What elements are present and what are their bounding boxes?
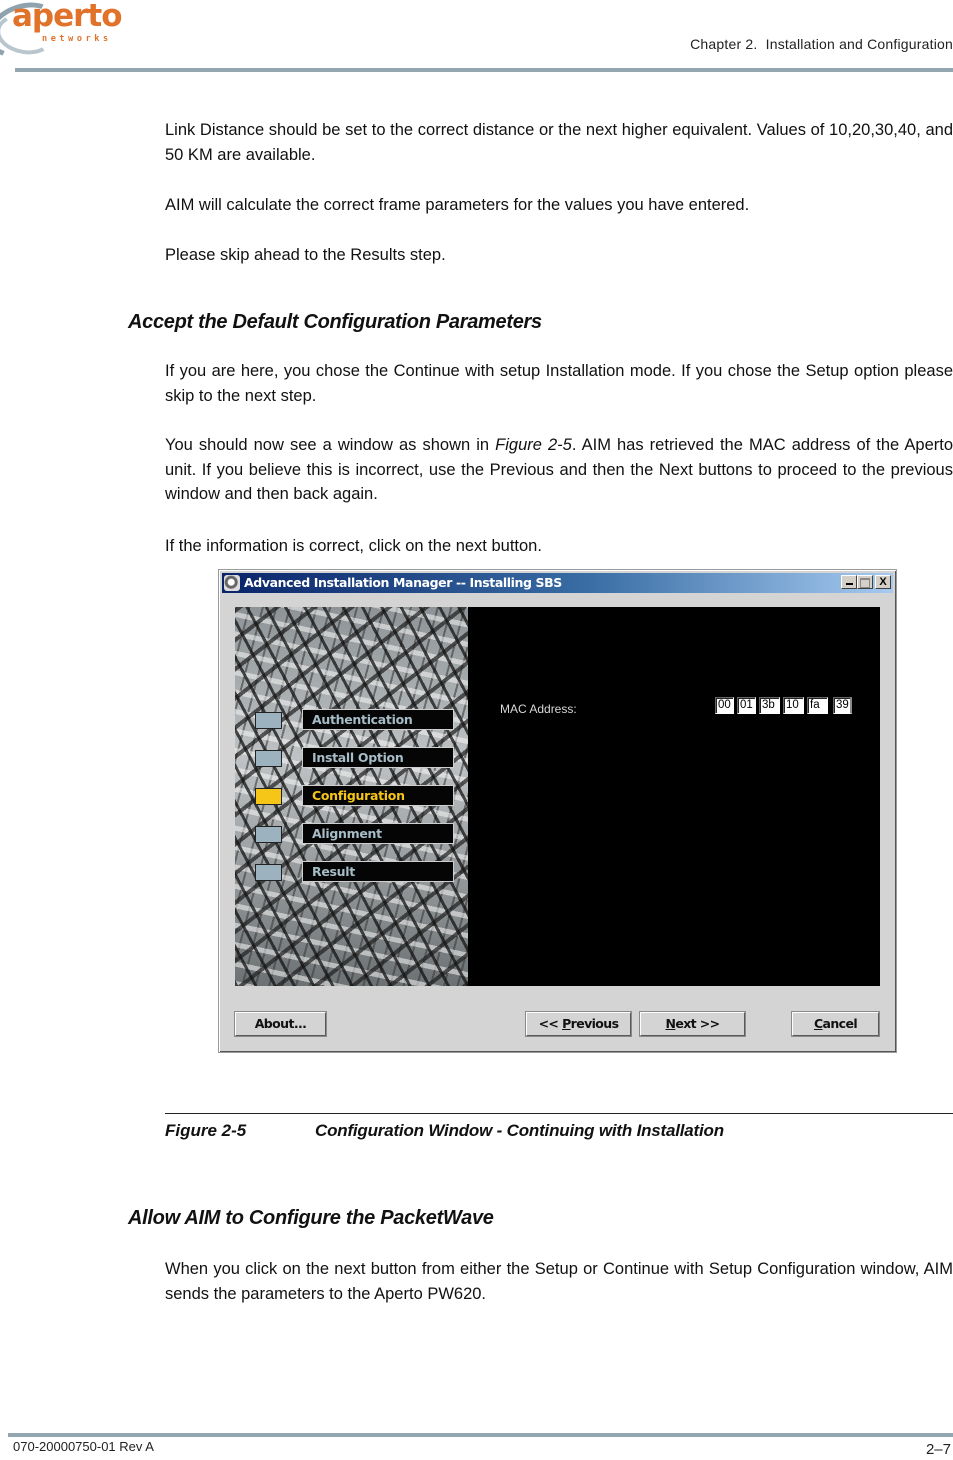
logo-brand-text: aperto bbox=[12, 0, 123, 34]
mnemonic: C bbox=[813, 1016, 823, 1031]
content-panel bbox=[468, 607, 880, 986]
next-button[interactable]: Next >> bbox=[639, 1011, 746, 1037]
mac-octet-2-input[interactable]: 01 bbox=[737, 697, 756, 714]
button-text: << bbox=[538, 1016, 563, 1031]
figure-number: Figure 2-5 bbox=[165, 1121, 247, 1140]
page-number: 2–7 bbox=[925, 1441, 951, 1458]
mac-octet-4-input[interactable]: 10 bbox=[783, 697, 804, 714]
paragraph-aim-calculate: AIM will calculate the correct frame par… bbox=[165, 196, 750, 214]
step-label: Install Option bbox=[302, 747, 454, 768]
wizard-step-alignment: Alignment bbox=[255, 823, 468, 845]
button-text: ancel bbox=[822, 1016, 858, 1031]
footer-rule bbox=[8, 1433, 953, 1437]
step-label: Configuration bbox=[302, 785, 454, 806]
close-button[interactable]: X bbox=[875, 575, 891, 589]
mac-octet-1-input[interactable]: 00 bbox=[715, 697, 734, 714]
mac-address-label: MAC Address: bbox=[500, 702, 577, 716]
paragraph-skip-results: Please skip ahead to the Results step. bbox=[165, 246, 446, 264]
header-rule bbox=[15, 68, 953, 72]
paragraph-aim-sends: When you click on the next button from e… bbox=[165, 1260, 953, 1303]
paragraph-mac-retrieved: You should now see a window as shown in … bbox=[165, 433, 953, 507]
mac-address-fields: 00 01 3b 10 fa 39 bbox=[715, 697, 852, 714]
mnemonic: P bbox=[562, 1016, 571, 1031]
button-text: ext >> bbox=[675, 1016, 720, 1031]
step-indicator bbox=[255, 826, 282, 843]
minimize-icon bbox=[845, 583, 853, 585]
window-titlebar[interactable]: Advanced Installation Manager -- Install… bbox=[222, 573, 893, 593]
mac-octet-3-input[interactable]: 3b bbox=[759, 697, 780, 714]
maximize-button[interactable] bbox=[857, 575, 873, 589]
paragraph-click-next: If the information is correct, click on … bbox=[165, 537, 542, 555]
mnemonic: N bbox=[665, 1016, 676, 1031]
step-indicator bbox=[255, 864, 282, 881]
mac-octet-5-input[interactable]: fa bbox=[807, 697, 828, 714]
wizard-step-authentication: Authentication bbox=[255, 709, 468, 731]
logo-sub-text: networks bbox=[42, 34, 112, 44]
chapter-heading: Chapter 2. Installation and Configuratio… bbox=[690, 36, 953, 52]
step-indicator bbox=[255, 712, 282, 729]
minimize-button[interactable] bbox=[841, 575, 857, 589]
wizard-step-result: Result bbox=[255, 861, 468, 883]
paragraph-link-distance: Link Distance should be set to the corre… bbox=[165, 121, 953, 164]
paragraph-text: You should now see a window as shown in bbox=[165, 436, 496, 454]
section-heading-accept-defaults: Accept the Default Configuration Paramet… bbox=[128, 311, 542, 333]
window-title: Advanced Installation Manager -- Install… bbox=[244, 575, 562, 590]
wizard-step-configuration: Configuration bbox=[255, 785, 468, 807]
document-id: 070-20000750-01 Rev A bbox=[13, 1439, 154, 1454]
caption-rule bbox=[165, 1113, 953, 1114]
figure-reference-link: Figure 2-5 bbox=[495, 436, 572, 454]
step-label: Result bbox=[302, 861, 454, 882]
app-icon bbox=[224, 575, 240, 591]
button-text: revious bbox=[570, 1016, 619, 1031]
section-heading-allow-aim: Allow AIM to Configure the PacketWave bbox=[128, 1207, 494, 1229]
step-label: Alignment bbox=[302, 823, 454, 844]
mac-octet-6-input[interactable]: 39 bbox=[833, 697, 852, 714]
figure-title: Configuration Window - Continuing with I… bbox=[315, 1121, 724, 1140]
paragraph-continue-mode: If you are here, you chose the Continue … bbox=[165, 362, 953, 405]
aim-window: Advanced Installation Manager -- Install… bbox=[218, 569, 897, 1053]
close-icon: X bbox=[879, 576, 887, 588]
maximize-icon bbox=[860, 578, 870, 588]
wizard-step-install-option: Install Option bbox=[255, 747, 468, 769]
step-indicator bbox=[255, 750, 282, 767]
about-button[interactable]: About... bbox=[234, 1011, 327, 1037]
aperto-logo: aperto networks bbox=[0, 0, 123, 68]
step-indicator-active bbox=[255, 788, 282, 805]
cancel-button[interactable]: Cancel bbox=[791, 1011, 880, 1037]
step-label: Authentication bbox=[302, 709, 454, 730]
wizard-side-image: Authentication Install Option Configurat… bbox=[235, 607, 468, 986]
previous-button[interactable]: << Previous bbox=[525, 1011, 632, 1037]
